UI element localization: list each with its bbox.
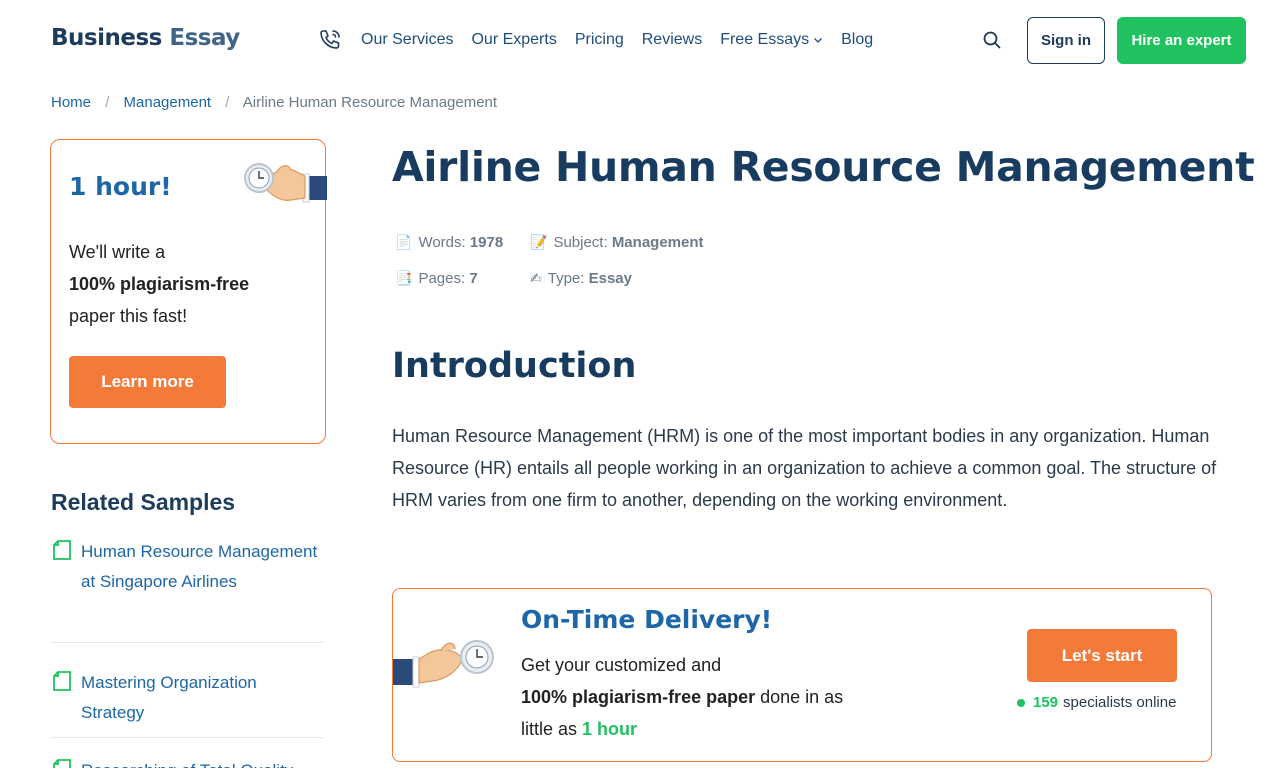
breadcrumb-home[interactable]: Home — [51, 94, 91, 111]
meta-type-label: Type: — [547, 270, 585, 287]
online-dot-icon — [1017, 698, 1025, 707]
meta-words: 📄 Words: 1978 — [395, 234, 503, 251]
meta-subject: 📝 Subject: Management — [530, 234, 704, 251]
breadcrumb-separator: / — [225, 94, 230, 111]
promo-line-2: 100% plagiarism-free — [69, 268, 249, 300]
banner-title: On-Time Delivery! — [521, 605, 773, 634]
nav-free-essays[interactable]: Free Essays — [720, 31, 823, 49]
main-nav: Our Services Our Experts Pricing Reviews… — [361, 31, 891, 49]
breadcrumb-management[interactable]: Management — [124, 94, 212, 111]
promo-text: We'll write a 100% plagiarism-free paper… — [69, 236, 249, 332]
banner-line-2-rest: done in as — [755, 687, 844, 707]
learn-more-button[interactable]: Learn more — [69, 356, 226, 408]
nav-reviews[interactable]: Reviews — [642, 31, 702, 49]
promo-title: 1 hour! — [69, 172, 172, 201]
document-icon — [53, 759, 71, 768]
related-item[interactable]: Human Resource Management at Singapore A… — [51, 537, 324, 643]
nav-blog[interactable]: Blog — [841, 31, 873, 49]
chevron-down-icon — [814, 38, 823, 43]
lets-start-button[interactable]: Let's start — [1027, 629, 1177, 682]
meta-pages-value: 7 — [469, 270, 478, 287]
meta-pages-label: Pages: — [418, 270, 466, 287]
nav-pricing[interactable]: Pricing — [575, 31, 624, 49]
promo-card: 1 hour! We'll write a 100% plagiarism-fr… — [50, 139, 327, 444]
breadcrumb-separator: / — [105, 94, 110, 111]
banner-line-1: Get your customized and — [521, 655, 722, 675]
document-icon — [53, 671, 71, 691]
sign-in-button[interactable]: Sign in — [1027, 17, 1105, 64]
logo-word-1: Business — [51, 25, 162, 51]
clock-hand-icon — [393, 640, 494, 688]
page-title: Airline Human Resource Management — [392, 143, 1255, 191]
section-title: Introduction — [392, 346, 637, 386]
related-item-label: Mastering Organization Strategy — [81, 673, 257, 722]
nav-free-essays-label: Free Essays — [720, 31, 810, 48]
meta-type-value: Essay — [588, 270, 632, 287]
banner-line-3-text: little as — [521, 719, 583, 739]
specialists-online: 159 specialists online — [1017, 694, 1176, 711]
related-item[interactable]: Mastering Organization Strategy — [51, 643, 324, 738]
meta-subject-value: Management — [611, 234, 704, 251]
related-samples-title: Related Samples — [51, 489, 236, 515]
breadcrumb: Home / Management / Airline Human Resour… — [51, 94, 497, 111]
meta-subject-label: Subject: — [553, 234, 608, 251]
clock-hand-icon — [244, 163, 327, 203]
related-item[interactable]: Researching of Total Quality — [51, 738, 324, 768]
online-count: 159 — [1033, 694, 1059, 711]
writing-hand-icon: ✍ — [530, 270, 542, 286]
meta-words-label: Words: — [418, 234, 466, 251]
online-label: specialists online — [1063, 694, 1177, 711]
intro-paragraph: Human Resource Management (HRM) is one o… — [392, 426, 1217, 510]
related-item-label: Human Resource Management at Singapore A… — [81, 542, 318, 591]
logo[interactable]: Business Essay — [51, 25, 240, 51]
banner-line-2: 100% plagiarism-free paper done in as — [521, 681, 911, 713]
nav-our-services[interactable]: Our Services — [361, 31, 453, 49]
search-icon[interactable] — [982, 30, 1002, 50]
meta-pages: 📑 Pages: 7 — [395, 270, 478, 287]
meta-words-value: 1978 — [469, 234, 504, 251]
delivery-banner: On-Time Delivery! Get your customized an… — [392, 588, 1212, 762]
banner-line-3: little as 1 hour — [521, 713, 911, 745]
nav-our-experts[interactable]: Our Experts — [471, 31, 556, 49]
promo-line-1: We'll write a — [69, 242, 166, 262]
banner-bold: 100% plagiarism-free paper — [521, 687, 756, 707]
related-samples-list: Human Resource Management at Singapore A… — [51, 537, 324, 768]
document-icon — [53, 540, 71, 560]
breadcrumb-current: Airline Human Resource Management — [242, 94, 498, 111]
phone-icon[interactable] — [318, 28, 342, 52]
promo-bold: 100% plagiarism-free — [69, 274, 250, 294]
banner-highlight: 1 hour — [582, 719, 638, 739]
logo-word-2: Essay — [169, 25, 240, 51]
promo-line-3: paper this fast! — [69, 306, 188, 326]
banner-text: Get your customized and 100% plagiarism-… — [521, 649, 911, 745]
hire-expert-button[interactable]: Hire an expert — [1117, 17, 1246, 64]
memo-icon: 📝 — [530, 234, 548, 250]
related-item-label: Researching of Total Quality — [81, 756, 324, 768]
document-icon: 📄 — [395, 234, 413, 250]
meta-type: ✍ Type: Essay — [530, 270, 632, 287]
site-header: Business Essay Our Services Our Experts … — [0, 0, 1280, 82]
pages-icon: 📑 — [395, 270, 413, 286]
